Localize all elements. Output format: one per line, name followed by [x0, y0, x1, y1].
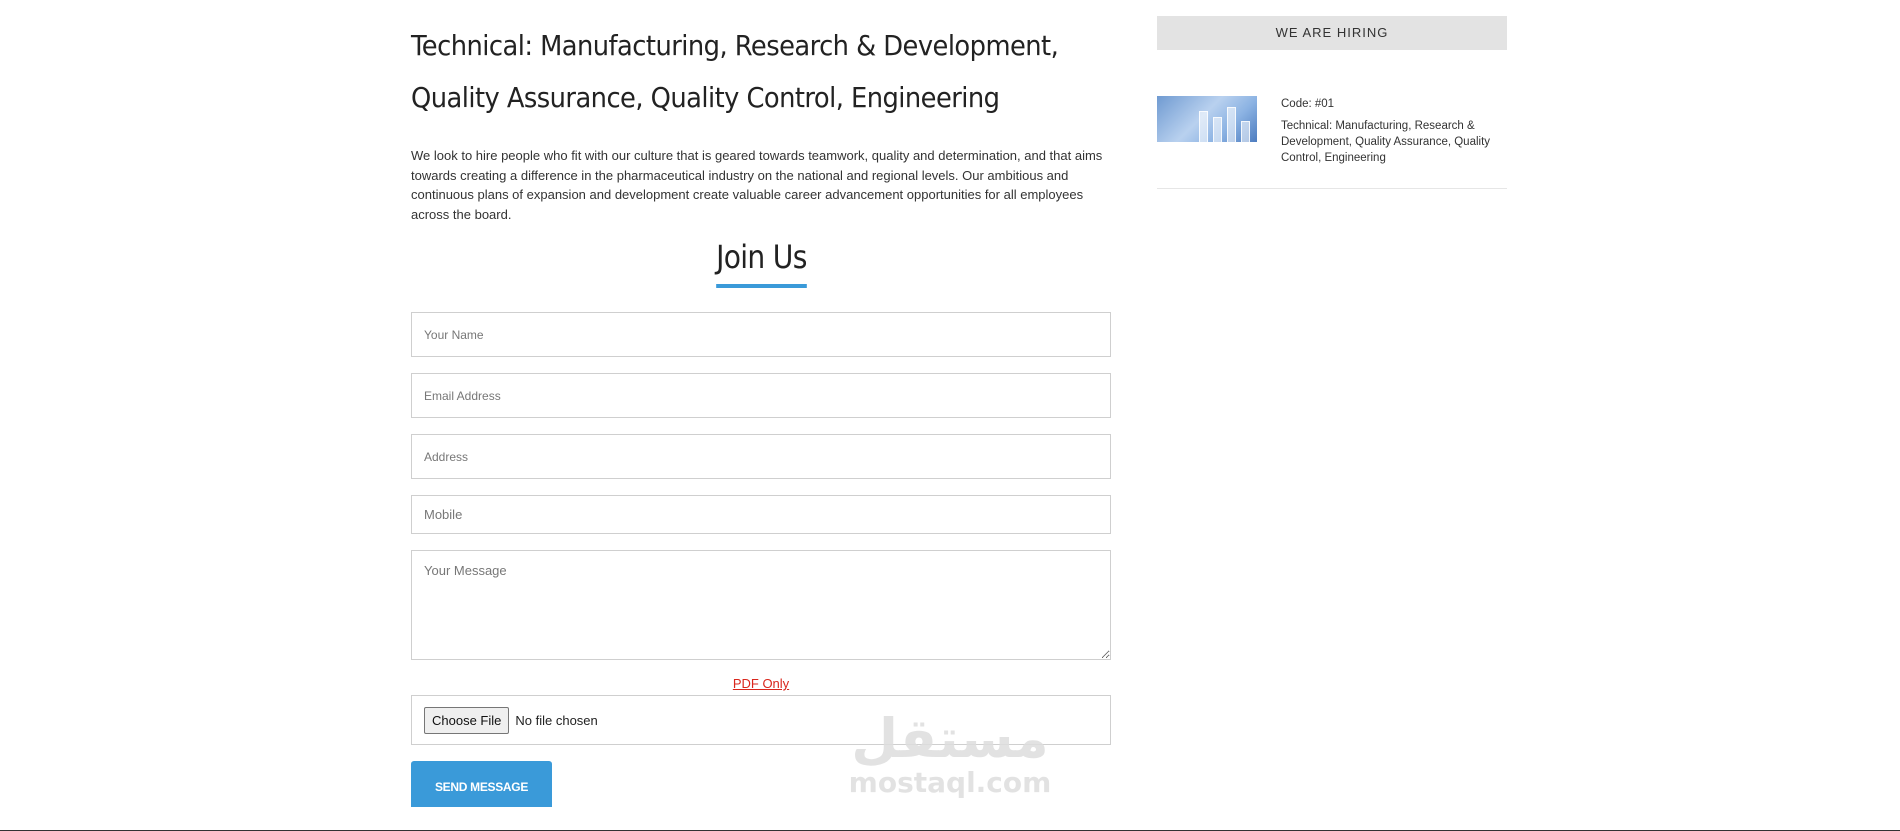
join-us-heading: Join Us [715, 238, 807, 288]
lab-test-tubes-image[interactable] [1157, 96, 1257, 142]
hiring-list-item[interactable]: Code: #01 Technical: Manufacturing, Rese… [1157, 96, 1507, 189]
hiring-header: WE ARE HIRING [1157, 16, 1507, 50]
email-input[interactable] [411, 373, 1111, 418]
pdf-only-link[interactable]: PDF Only [733, 676, 789, 691]
file-upload-field[interactable]: Choose File No file chosen [411, 695, 1111, 745]
application-form: PDF Only Choose File No file chosen SEND… [411, 312, 1111, 807]
hiring-item-code: Code: #01 [1281, 98, 1335, 110]
hiring-item-title-link[interactable]: Technical: Manufacturing, Research & Dev… [1281, 118, 1491, 166]
file-status-text: No file chosen [515, 712, 598, 728]
send-message-button[interactable]: SEND MESSAGE [411, 761, 552, 807]
mobile-input[interactable] [411, 495, 1111, 534]
hiring-item-text: Code: #01 Technical: Manufacturing, Rese… [1281, 96, 1491, 166]
address-input[interactable] [411, 434, 1111, 479]
page: Technical: Manufacturing, Research & Dev… [0, 0, 1900, 831]
name-input[interactable] [411, 312, 1111, 357]
job-title: Technical: Manufacturing, Research & Dev… [411, 29, 1059, 114]
join-us-section: Join Us [411, 238, 1111, 288]
pdf-only-note: PDF Only [411, 676, 1111, 691]
main-content: Technical: Manufacturing, Research & Dev… [411, 20, 1111, 807]
choose-file-button[interactable]: Choose File [424, 706, 510, 734]
message-textarea[interactable] [411, 550, 1111, 660]
hiring-sidebar: WE ARE HIRING Code: #01 Technical: Manuf… [1157, 16, 1507, 189]
job-description: We look to hire people who fit with our … [411, 148, 1103, 222]
